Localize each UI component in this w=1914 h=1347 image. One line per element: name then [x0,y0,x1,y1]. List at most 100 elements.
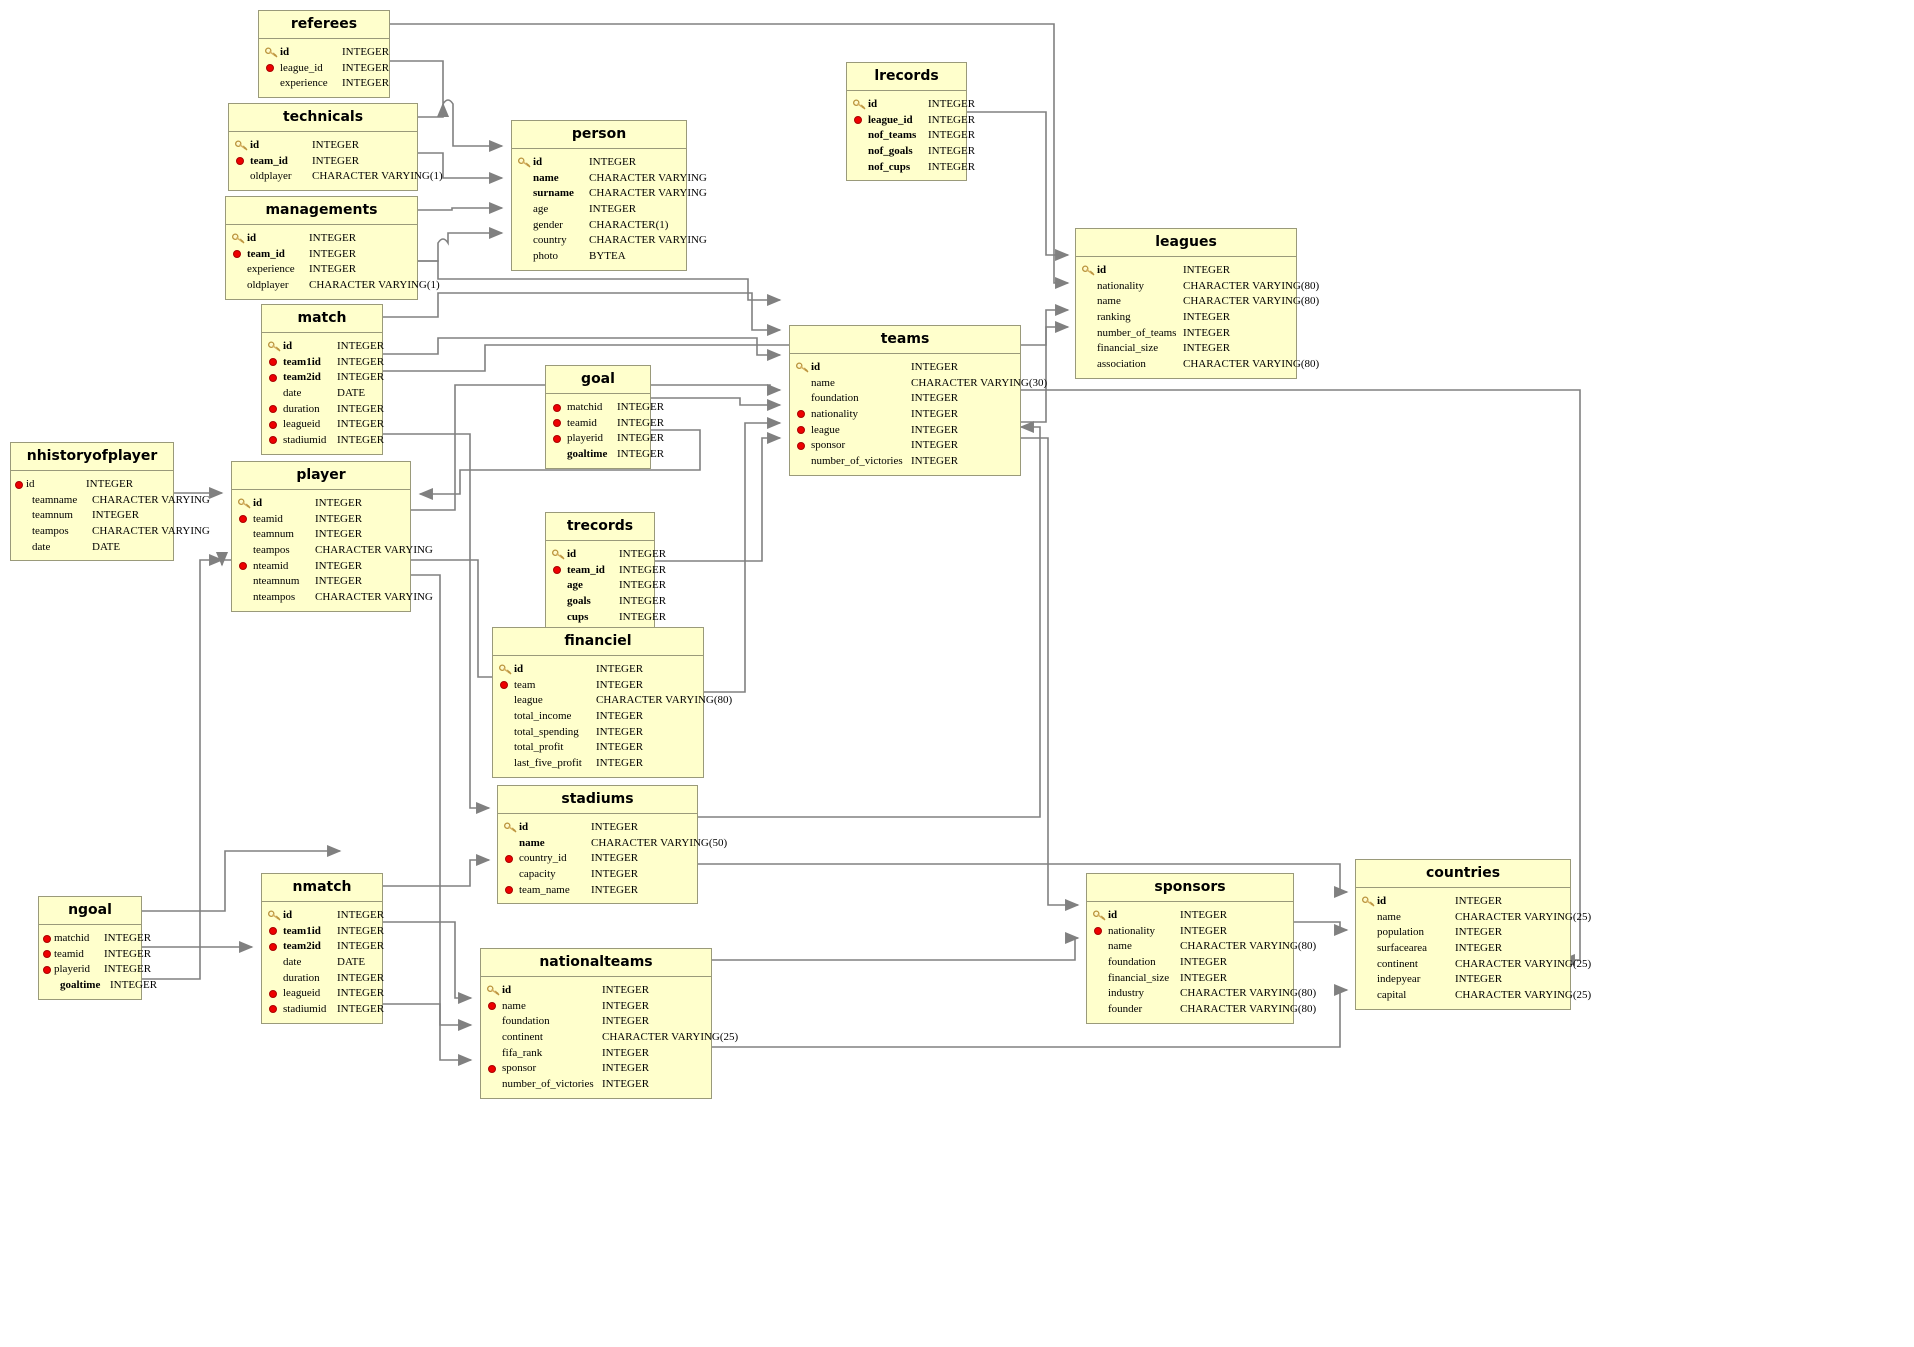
attribute-row[interactable]: id INTEGER [262,338,384,354]
attribute-row[interactable]: nteamid INTEGER [232,558,410,574]
attribute-row[interactable]: goals INTEGER [546,593,666,609]
attribute-row[interactable]: total_spending INTEGER [493,724,703,740]
attribute-row[interactable]: id INTEGER [481,982,711,998]
entity-nationalteams[interactable]: nationalteams id INTEGER name INTEGER founda… [480,948,738,1099]
attribute-row[interactable]: name CHARACTER VARYING [512,170,707,186]
attribute-row[interactable]: ranking INTEGER [1076,309,1296,325]
attribute-row[interactable]: total_profit INTEGER [493,739,703,755]
entity-managements[interactable]: managements id INTEGER team_id INTEGER exper… [225,196,440,300]
attribute-row[interactable]: stadiumid INTEGER [262,432,384,448]
attribute-row[interactable]: surname CHARACTER VARYING [512,186,707,202]
attribute-row[interactable]: foundation INTEGER [1087,954,1293,970]
attribute-row[interactable]: id INTEGER [259,44,389,60]
entity-referees[interactable]: referees id INTEGER league_id INTEGER experi… [258,10,390,99]
attribute-row[interactable]: name CHARACTER VARYING(50) [498,835,727,851]
attribute-row[interactable]: fifa_rank INTEGER [481,1045,711,1061]
attribute-row[interactable]: industry CHARACTER VARYING(80) [1087,985,1316,1001]
attribute-row[interactable]: team_id INTEGER [229,153,417,169]
attribute-row[interactable]: duration INTEGER [262,970,384,986]
attribute-row[interactable]: sponsor INTEGER [790,437,1020,453]
attribute-row[interactable]: name CHARACTER VARYING(80) [1076,294,1319,310]
attribute-row[interactable]: foundation INTEGER [481,1014,711,1030]
attribute-row[interactable]: id INTEGER [847,96,975,112]
entity-nhistoryofplayer[interactable]: nhistoryofplayer id INTEGER teamname CHARACT… [10,442,210,562]
attribute-row[interactable]: last_five_profit INTEGER [493,755,703,771]
attribute-row[interactable]: playerid INTEGER [546,431,664,447]
attribute-row[interactable]: nof_cups INTEGER [847,159,975,175]
attribute-row[interactable]: id INTEGER [498,819,697,835]
entity-goal[interactable]: goal matchid INTEGER teamid INTEGER playerid I… [545,365,664,469]
attribute-row[interactable]: nationality INTEGER [1087,923,1293,939]
attribute-row[interactable]: nof_teams INTEGER [847,128,975,144]
attribute-row[interactable]: nteampos CHARACTER VARYING [232,589,433,605]
attribute-row[interactable]: league_id INTEGER [847,112,975,128]
attribute-row[interactable]: id INTEGER [226,230,417,246]
attribute-row[interactable]: oldplayer CHARACTER VARYING(1) [226,277,440,293]
attribute-row[interactable]: sponsor INTEGER [481,1060,711,1076]
attribute-row[interactable]: team_name INTEGER [498,882,697,898]
attribute-row[interactable]: foundation INTEGER [790,391,1020,407]
attribute-row[interactable]: id INTEGER [493,661,703,677]
entity-nmatch[interactable]: nmatch id INTEGER team1id INTEGER team2id INT… [261,873,384,1024]
entity-financiel[interactable]: financiel id INTEGER team INTEGER league CHAR… [492,627,732,778]
attribute-row[interactable]: gender CHARACTER(1) [512,217,686,233]
attribute-row[interactable]: age INTEGER [512,201,686,217]
attribute-row[interactable]: id INTEGER [229,137,417,153]
attribute-row[interactable]: total_income INTEGER [493,708,703,724]
attribute-row[interactable]: leagueid INTEGER [262,416,384,432]
attribute-row[interactable]: nationality INTEGER [790,406,1020,422]
attribute-row[interactable]: teamid INTEGER [39,946,151,962]
attribute-row[interactable]: country CHARACTER VARYING [512,232,707,248]
entity-technicals[interactable]: technicals id INTEGER team_id INTEGER oldpla… [228,103,443,192]
entity-ngoal[interactable]: ngoal matchid INTEGER teamid INTEGER playerid… [38,896,157,1000]
attribute-row[interactable]: cups INTEGER [546,609,666,625]
attribute-row[interactable]: number_of_teams INTEGER [1076,325,1296,341]
attribute-row[interactable]: experience INTEGER [226,262,417,278]
attribute-row[interactable]: number_of_victories INTEGER [481,1076,711,1092]
attribute-row[interactable]: date DATE [11,539,173,555]
attribute-row[interactable]: nof_goals INTEGER [847,143,975,159]
attribute-row[interactable]: id INTEGER [546,546,666,562]
attribute-row[interactable]: continent CHARACTER VARYING(25) [481,1029,738,1045]
attribute-row[interactable]: name CHARACTER VARYING(80) [1087,939,1316,955]
attribute-row[interactable]: league_id INTEGER [259,60,389,76]
entity-stadiums[interactable]: stadiums id INTEGER name CHARACTER VARYING(… [497,785,727,905]
attribute-row[interactable]: teampos CHARACTER VARYING [232,542,433,558]
attribute-row[interactable]: matchid INTEGER [39,930,151,946]
attribute-row[interactable]: nteamnum INTEGER [232,573,410,589]
attribute-row[interactable]: id INTEGER [262,907,384,923]
entity-leagues[interactable]: leagues id INTEGER nationality CHARACTER VA… [1075,228,1319,379]
attribute-row[interactable]: teamnum INTEGER [232,527,410,543]
entity-person[interactable]: person id INTEGER name CHARACTER VARYING sur… [511,120,707,271]
attribute-row[interactable]: id INTEGER [1356,893,1570,909]
attribute-row[interactable]: financial_size INTEGER [1076,340,1296,356]
attribute-row[interactable]: oldplayer CHARACTER VARYING(1) [229,169,443,185]
attribute-row[interactable]: financial_size INTEGER [1087,970,1293,986]
attribute-row[interactable]: id INTEGER [1076,262,1296,278]
attribute-row[interactable]: experience INTEGER [259,76,389,92]
attribute-row[interactable]: continent CHARACTER VARYING(25) [1356,956,1591,972]
attribute-row[interactable]: matchid INTEGER [546,399,664,415]
attribute-row[interactable]: association CHARACTER VARYING(80) [1076,356,1319,372]
attribute-row[interactable]: number_of_victories INTEGER [790,453,1020,469]
attribute-row[interactable]: teamname CHARACTER VARYING [11,492,210,508]
attribute-row[interactable]: stadiumid INTEGER [262,1001,384,1017]
attribute-row[interactable]: league INTEGER [790,422,1020,438]
attribute-row[interactable]: name CHARACTER VARYING(25) [1356,909,1591,925]
entity-match[interactable]: match id INTEGER team1id INTEGER team2id INTE… [261,304,384,455]
attribute-row[interactable]: date DATE [262,385,382,401]
attribute-row[interactable]: team_id INTEGER [546,562,666,578]
attribute-row[interactable]: indepyear INTEGER [1356,971,1570,987]
attribute-row[interactable]: capital CHARACTER VARYING(25) [1356,987,1591,1003]
entity-player[interactable]: player id INTEGER teamid INTEGER teamnum INTE… [231,461,433,612]
attribute-row[interactable]: date DATE [262,954,382,970]
attribute-row[interactable]: country_id INTEGER [498,851,697,867]
attribute-row[interactable]: teamnum INTEGER [11,508,173,524]
entity-lrecords[interactable]: lrecords id INTEGER league_id INTEGER nof_te… [846,62,975,182]
attribute-row[interactable]: team2id INTEGER [262,370,384,386]
attribute-row[interactable]: photo BYTEA [512,248,686,264]
attribute-row[interactable]: nationality CHARACTER VARYING(80) [1076,278,1319,294]
attribute-row[interactable]: id INTEGER [790,359,1020,375]
attribute-row[interactable]: id INTEGER [232,495,410,511]
attribute-row[interactable]: founder CHARACTER VARYING(80) [1087,1001,1316,1017]
